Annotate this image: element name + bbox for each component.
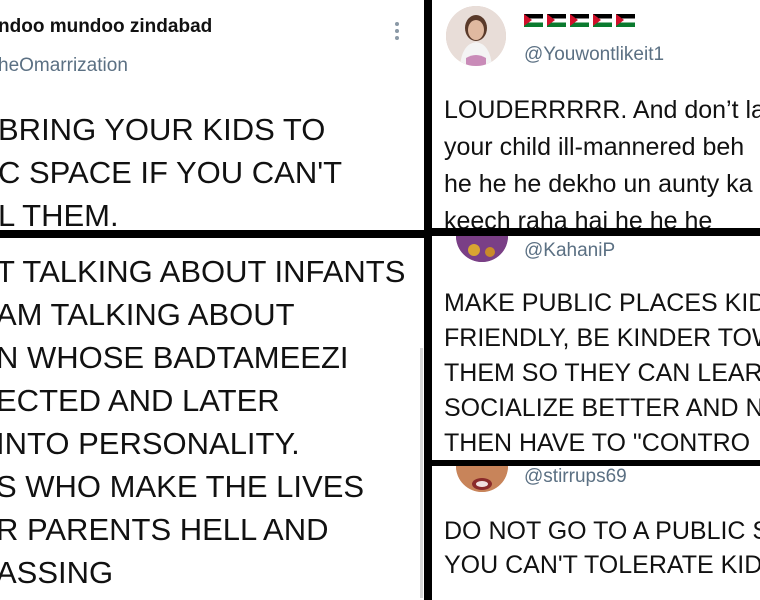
more-options-icon[interactable] (392, 22, 402, 44)
reply-handle[interactable]: @stirrups69 (524, 466, 627, 488)
tweet-text-line: S WHO MAKE THE LIVES (0, 469, 365, 504)
reply-text-line: THEN HAVE TO "CONTRO (444, 429, 751, 457)
reply-text: MAKE PUBLIC PLACES KID FRIENDLY, BE KIND… (444, 286, 760, 460)
tweet-text-line: ECTED AND LATER (0, 383, 280, 418)
reply-handle[interactable]: @KahaniP (524, 240, 615, 262)
tweet-text: T TALKING ABOUT INFANTS AM TALKING ABOUT… (0, 250, 405, 594)
reply-text-line: FRIENDLY, BE KINDER TOW (444, 324, 760, 352)
avatar[interactable] (456, 236, 508, 262)
tweet-text-line: ASSING (0, 555, 114, 590)
avatar-portrait-icon (456, 236, 508, 262)
reply-text-line: LOUDERRRRR. And don’t la (444, 96, 760, 124)
scrollbar[interactable] (420, 348, 423, 598)
reply-text-line: your child ill-mannered beh (444, 133, 745, 161)
palestine-flag-icon (616, 14, 635, 27)
reply-text-line: THEM SO THEY CAN LEAR (444, 359, 760, 387)
tweet-text-line: BRING YOUR KIDS TO (0, 112, 326, 147)
avatar-portrait-icon (456, 466, 508, 492)
reply-text-line: keech raha hai he he he (444, 207, 713, 228)
tweet-text: BRING YOUR KIDS TO C SPACE IF YOU CAN'T … (0, 108, 342, 230)
author-handle[interactable]: heOmarrization (0, 55, 128, 77)
reply-text-line: MAKE PUBLIC PLACES KID (444, 289, 760, 317)
palestine-flag-icon (547, 14, 566, 27)
palestine-flag-icon (524, 14, 543, 27)
reply-text-line: he he he dekho un aunty ka (444, 170, 753, 198)
palestine-flag-icon (593, 14, 612, 27)
reply-text-line: SOCIALIZE BETTER AND N (444, 394, 760, 422)
reply-text-line: YOU CAN'T TOLERATE KID (444, 551, 760, 579)
tweet-text-line: N WHOSE BADTAMEEZI (0, 340, 349, 375)
avatar[interactable] (456, 466, 508, 492)
reply-card-1: @Youwontlikeit1 LOUDERRRRR. And don’t la… (432, 0, 760, 228)
tweet-text-line: AM TALKING ABOUT (0, 297, 295, 332)
tweet-text-line: INTO PERSONALITY. (0, 426, 300, 461)
reply-text: DO NOT GO TO A PUBLIC S YOU CAN'T TOLERA… (444, 514, 760, 582)
flag-emojis (524, 14, 635, 27)
tweet-text-line: L THEM. (0, 198, 119, 230)
tweet-text-line: R PARENTS HELL AND (0, 512, 329, 547)
reply-card-3: @stirrups69 DO NOT GO TO A PUBLIC S YOU … (432, 466, 760, 600)
avatar[interactable] (446, 6, 506, 66)
author-display-name[interactable]: ndoo mundoo zindabad (0, 16, 212, 38)
reply-card-2: @KahaniP MAKE PUBLIC PLACES KID FRIENDLY… (432, 236, 760, 460)
tweet-text-line: C SPACE IF YOU CAN'T (0, 155, 343, 190)
palestine-flag-icon (570, 14, 589, 27)
main-tweet-card: ndoo mundoo zindabad heOmarrization BRIN… (0, 0, 424, 230)
tweet-text-line: T TALKING ABOUT INFANTS (0, 254, 406, 289)
reply-text: LOUDERRRRR. And don’t la your child ill-… (444, 92, 760, 228)
reply-handle[interactable]: @Youwontlikeit1 (524, 44, 664, 66)
avatar-portrait-icon (446, 6, 506, 66)
main-tweet-continuation-card: T TALKING ABOUT INFANTS AM TALKING ABOUT… (0, 238, 424, 600)
reply-text-line: DO NOT GO TO A PUBLIC S (444, 517, 760, 545)
